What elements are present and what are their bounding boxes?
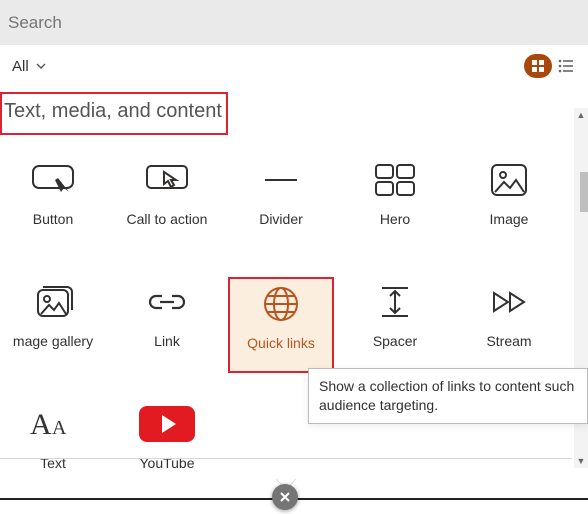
youtube-icon	[139, 406, 195, 442]
webpart-label: Image	[490, 211, 529, 227]
filter-row: All	[0, 45, 588, 87]
webpart-image-gallery[interactable]: mage gallery	[0, 277, 106, 373]
webpart-text[interactable]: AA Text	[0, 399, 106, 495]
text-icon: AA	[30, 406, 76, 442]
svg-text:A: A	[52, 417, 67, 439]
webpart-label: Button	[33, 211, 73, 227]
close-button[interactable]	[272, 484, 298, 510]
webpart-stream[interactable]: Stream	[456, 277, 562, 373]
tooltip-text: Show a collection of links to content su…	[319, 378, 574, 413]
webpart-quick-links[interactable]: Quick links	[228, 277, 334, 373]
webpart-image[interactable]: Image	[456, 155, 562, 251]
webpart-label: Divider	[259, 211, 303, 227]
divider-icon	[261, 162, 301, 198]
spacer-icon	[378, 284, 412, 320]
webpart-label: Quick links	[247, 335, 315, 351]
scroll-down-button[interactable]: ▼	[574, 454, 588, 468]
webpart-label: Hero	[380, 211, 410, 227]
webpart-call-to-action[interactable]: Call to action	[114, 155, 220, 251]
view-toggle	[524, 54, 580, 78]
webpart-divider[interactable]: Divider	[228, 155, 334, 251]
list-view-button[interactable]	[552, 54, 580, 78]
gallery-icon	[33, 284, 73, 320]
filter-label: All	[12, 58, 29, 75]
stream-icon	[488, 285, 530, 319]
close-icon	[279, 491, 291, 503]
globe-icon	[262, 285, 300, 323]
webpart-label: Call to action	[127, 211, 208, 227]
hero-icon	[374, 163, 416, 197]
grid-icon	[531, 59, 545, 73]
grid-view-button[interactable]	[524, 54, 552, 78]
cta-icon	[145, 162, 189, 198]
scroll-thumb[interactable]	[580, 172, 588, 212]
svg-text:A: A	[30, 408, 52, 441]
search-input[interactable]	[8, 13, 580, 33]
scroll-up-button[interactable]: ▲	[574, 108, 588, 122]
button-icon	[31, 162, 75, 198]
webpart-label: Stream	[486, 333, 531, 349]
chevron-down-icon	[35, 60, 47, 72]
list-icon	[558, 59, 574, 73]
webpart-youtube[interactable]: YouTube	[114, 399, 220, 495]
category-filter-dropdown[interactable]: All	[6, 54, 53, 79]
webpart-hero[interactable]: Hero	[342, 155, 448, 251]
link-icon	[146, 290, 188, 314]
panel-divider	[0, 458, 572, 459]
search-bar	[0, 0, 588, 45]
webpart-spacer[interactable]: Spacer	[342, 277, 448, 373]
webpart-button[interactable]: Button	[0, 155, 106, 251]
image-icon	[489, 162, 529, 198]
webpart-tooltip: Show a collection of links to content su…	[308, 368, 588, 424]
webpart-link[interactable]: Link	[114, 277, 220, 373]
webpart-label: Link	[154, 333, 180, 349]
webpart-label: Spacer	[373, 333, 417, 349]
webpart-grid: Button Call to action Divider Hero Image…	[0, 145, 572, 495]
webpart-label: mage gallery	[13, 333, 93, 349]
section-highlight: Text, media, and content	[0, 90, 228, 135]
section-title: Text, media, and content	[0, 92, 228, 135]
